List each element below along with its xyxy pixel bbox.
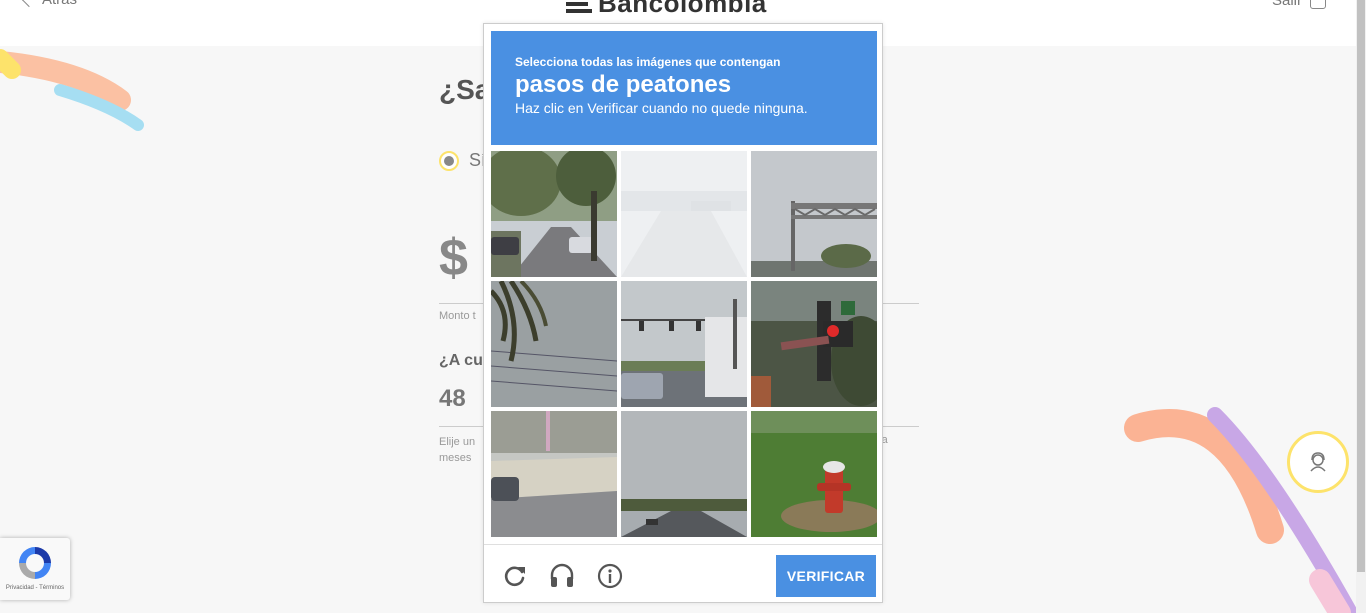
logout-label: Salir xyxy=(1271,0,1302,9)
captcha-tile[interactable] xyxy=(491,281,617,407)
info-icon[interactable] xyxy=(597,563,623,589)
captcha-tile[interactable] xyxy=(751,281,877,407)
recaptcha-terms-link[interactable]: Privacidad - Términos xyxy=(0,585,70,591)
chevron-left-icon xyxy=(21,0,37,7)
radio-button[interactable] xyxy=(439,150,459,171)
logout-icon xyxy=(1310,0,1326,9)
help-agent-button[interactable] xyxy=(1287,431,1349,493)
instruction-line-3: Haz clic en Verificar cuando no quede ni… xyxy=(515,100,808,116)
brand-logo: Bancolombia xyxy=(566,0,767,19)
radio-option-yes[interactable]: Sí xyxy=(439,150,486,171)
decoration-left-stripes xyxy=(0,49,144,131)
captcha-challenge-dialog: Selecciona todas las imágenes que conten… xyxy=(483,23,883,603)
amount-label: Monto t xyxy=(439,310,476,322)
recaptcha-badge[interactable]: Privacidad - Términos xyxy=(0,538,70,600)
captcha-tile[interactable] xyxy=(491,411,617,537)
term-help-text: Elije un meses xyxy=(439,436,476,464)
captcha-tile[interactable] xyxy=(621,281,747,407)
reload-icon[interactable] xyxy=(502,563,528,589)
scrollbar-thumb[interactable] xyxy=(1357,0,1365,572)
captcha-footer: VERIFICAR xyxy=(484,544,882,602)
back-label: Atrás xyxy=(42,0,77,8)
captcha-tile[interactable] xyxy=(621,151,747,277)
logout-link[interactable]: Salir xyxy=(1272,0,1326,9)
audio-headphones-icon[interactable] xyxy=(549,563,575,589)
back-link[interactable]: Atrás xyxy=(21,0,77,8)
agent-headset-icon xyxy=(1310,452,1326,472)
recaptcha-logo-icon xyxy=(19,547,51,579)
captcha-tile[interactable] xyxy=(491,151,617,277)
instruction-line-1: Selecciona todas las imágenes que conten… xyxy=(515,55,781,69)
brand-bars-icon xyxy=(566,0,592,13)
captcha-tile[interactable] xyxy=(751,151,877,277)
brand-name: Bancolombia xyxy=(598,0,767,18)
page-scrollbar[interactable] xyxy=(1356,0,1366,613)
captcha-instructions: Selecciona todas las imágenes que conten… xyxy=(491,31,877,145)
verify-button[interactable]: VERIFICAR xyxy=(776,555,876,597)
term-input[interactable]: 48 xyxy=(439,385,466,413)
captcha-tile[interactable] xyxy=(751,411,877,537)
instruction-target: pasos de peatones xyxy=(515,71,732,98)
captcha-tile[interactable] xyxy=(621,411,747,537)
